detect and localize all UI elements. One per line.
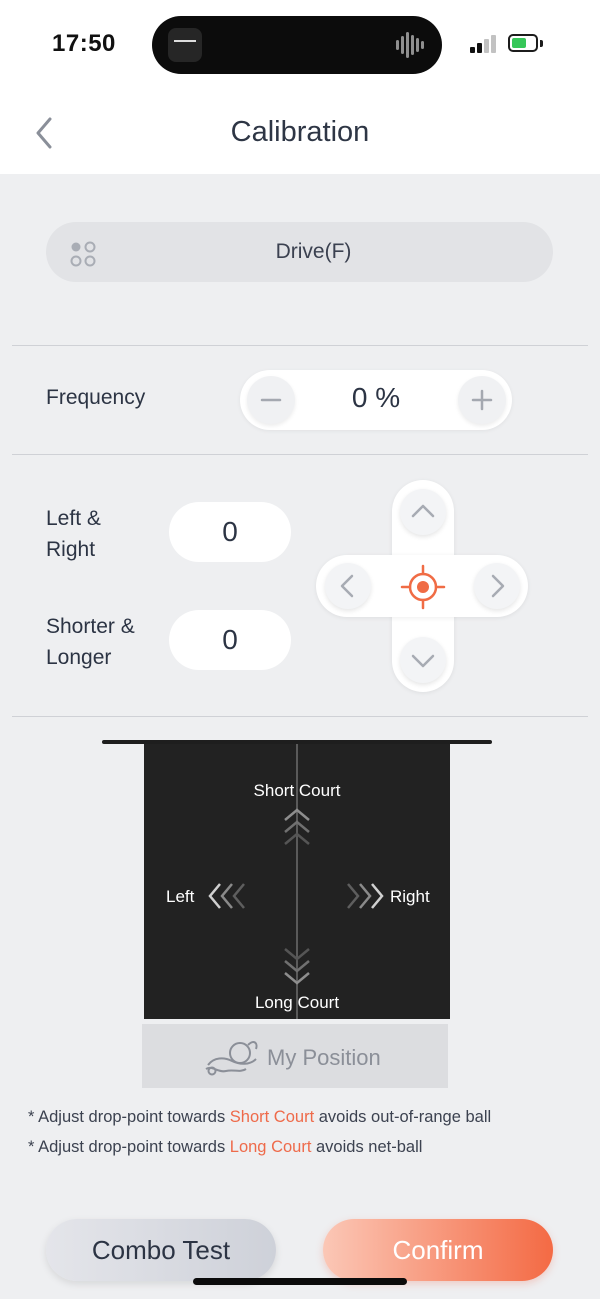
long-court-label: Long Court [254,993,340,1012]
mode-label: Drive(F) [275,240,352,263]
audio-wave-icon [396,30,426,60]
shorter-longer-label: Shorter & Longer [46,611,135,673]
page-title: Calibration [230,116,370,148]
status-time: 17:50 [52,30,116,57]
dpad-down-button[interactable] [400,637,446,683]
right-label: Right [390,887,430,906]
battery-icon [508,34,538,52]
note-long-court: * Adjust drop-point towards Long Court a… [28,1138,422,1157]
chevron-left-icon [340,574,354,598]
left-right-value[interactable]: 0 [169,502,291,562]
dpad-up-button[interactable] [400,489,446,535]
short-court-label: Short Court [253,781,341,800]
crosshair-icon[interactable] [399,563,447,611]
plus-icon [471,389,493,411]
combo-test-button[interactable]: Combo Test [46,1219,276,1281]
my-position-label: My Position [267,1045,381,1070]
note1-suffix: avoids out-of-range ball [314,1108,492,1126]
note2-highlight: Long Court [229,1138,312,1156]
note1-highlight: Short Court [229,1108,315,1126]
note1-prefix: * Adjust drop-point towards [28,1108,230,1126]
home-indicator [193,1278,407,1285]
frequency-plus-button[interactable] [458,376,506,424]
divider [12,716,588,717]
divider [12,345,588,346]
divider [12,454,588,455]
note-short-court: * Adjust drop-point towards Short Court … [28,1108,491,1127]
chevron-right-icon [491,574,505,598]
shorter-longer-value[interactable]: 0 [169,610,291,670]
dpad-right-button[interactable] [474,563,520,609]
chevrons-right-icon [342,880,386,912]
dpad-left-button[interactable] [325,563,371,609]
confirm-button[interactable]: Confirm [323,1219,553,1281]
frequency-value: 0 % [351,382,401,413]
minus-icon [260,398,282,402]
player-icon [200,1035,262,1079]
chevrons-left-icon [206,880,250,912]
left-label: Left [166,887,195,906]
cellular-signal-icon [470,33,500,53]
left-right-label-line1: Left & [46,507,101,530]
chevrons-down-icon [281,943,313,987]
note2-suffix: avoids net-ball [311,1138,423,1156]
shorter-longer-label-line1: Shorter & [46,615,135,638]
note2-prefix: * Adjust drop-point towards [28,1138,230,1156]
shorter-longer-label-line2: Longer [46,646,112,669]
left-right-label-line2: Right [46,538,96,561]
left-right-label: Left & Right [46,503,101,565]
battery-cap [540,40,543,47]
chevron-up-icon [411,504,435,518]
chevron-down-icon [411,654,435,668]
frequency-minus-button[interactable] [247,376,295,424]
now-playing-app-icon [168,28,202,62]
frequency-label: Frequency [46,386,146,409]
chevrons-up-icon [281,806,313,850]
